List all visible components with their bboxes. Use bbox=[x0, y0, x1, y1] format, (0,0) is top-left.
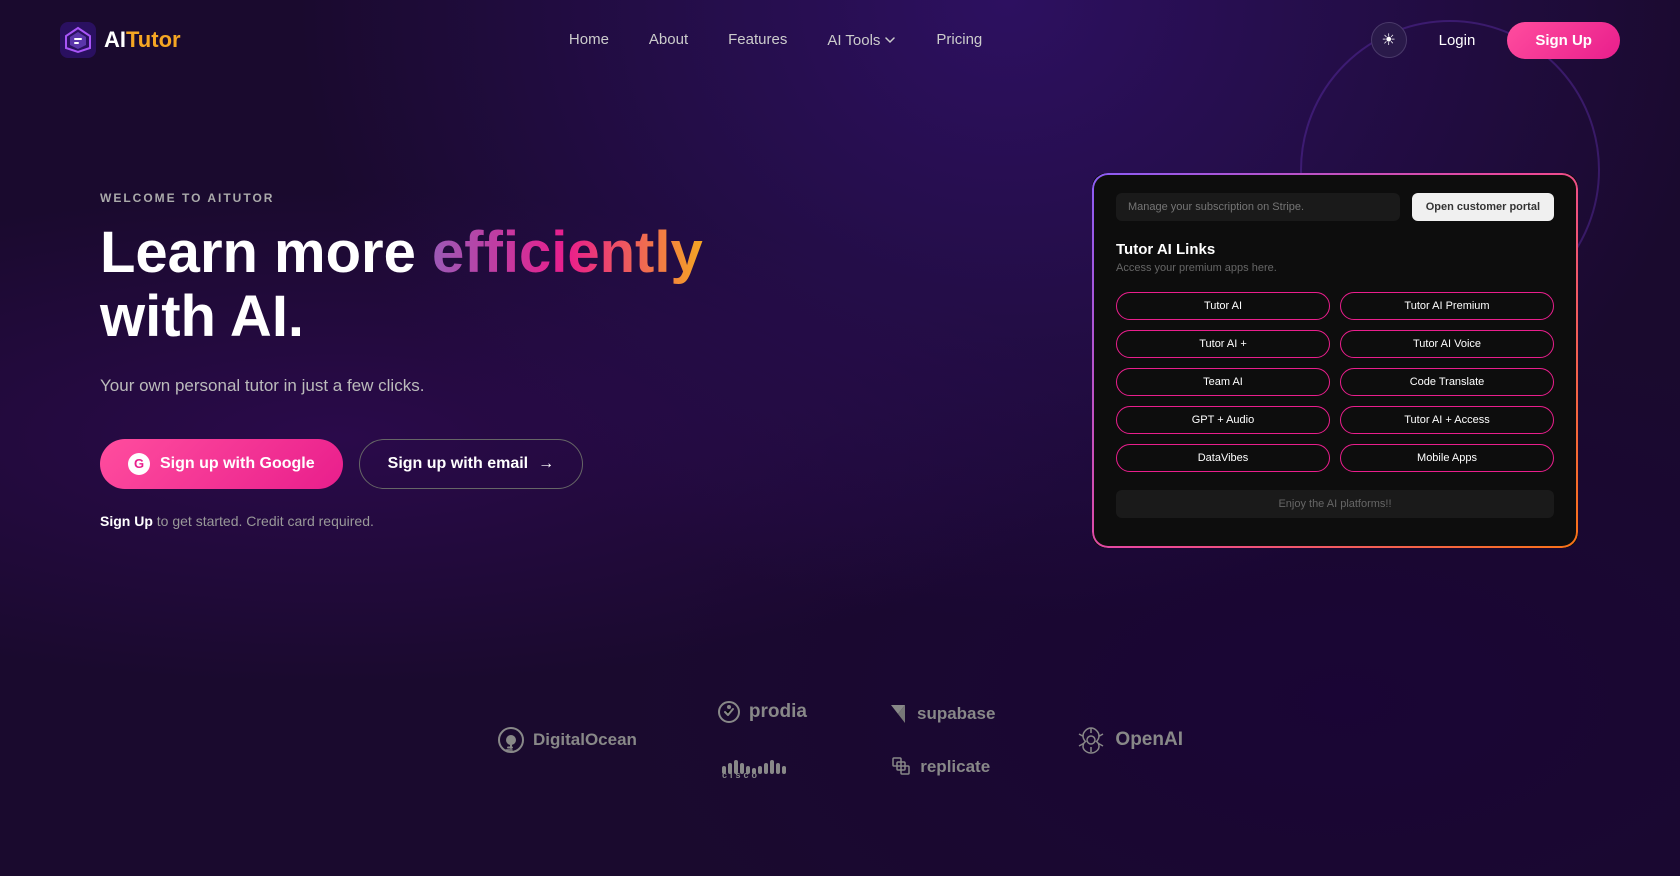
nav-features[interactable]: Features bbox=[728, 31, 787, 48]
cisco-icon: cisco bbox=[722, 756, 802, 780]
svg-text:cisco: cisco bbox=[722, 770, 760, 780]
preview-footer: Enjoy the AI platforms!! bbox=[1116, 490, 1554, 518]
prodia-label: prodia bbox=[749, 701, 807, 723]
login-button[interactable]: Login bbox=[1423, 24, 1492, 57]
signup-google-button[interactable]: G Sign up with Google bbox=[100, 439, 343, 489]
prodia-icon bbox=[717, 700, 741, 724]
replicate-label: replicate bbox=[920, 757, 990, 777]
hero-note: Sign Up to get started. Credit card requ… bbox=[100, 513, 800, 529]
digitalocean-label: DigitalOcean bbox=[533, 730, 637, 750]
preview-link-team-ai[interactable]: Team AI bbox=[1116, 368, 1330, 396]
hero-note-text: to get started. Credit card required. bbox=[157, 513, 374, 529]
signup-email-button[interactable]: Sign up with email → bbox=[359, 439, 583, 489]
hero-section: WELCOME TO AITUTOR Learn more efficientl… bbox=[0, 80, 1680, 660]
hero-title: Learn more efficiently with AI. bbox=[100, 221, 800, 349]
preview-link-code-translate[interactable]: Code Translate bbox=[1340, 368, 1554, 396]
preview-links-grid: Tutor AI Tutor AI Premium Tutor AI + Tut… bbox=[1116, 292, 1554, 472]
chevron-down-icon bbox=[884, 34, 896, 46]
preview-link-datavibes[interactable]: DataVibes bbox=[1116, 444, 1330, 472]
nav-about[interactable]: About bbox=[649, 31, 688, 48]
theme-toggle-button[interactable]: ☀ bbox=[1371, 22, 1407, 58]
brand-col-supabase-replicate: supabase replicate bbox=[887, 703, 995, 777]
brand-prodia: prodia bbox=[717, 700, 807, 724]
signup-button[interactable]: Sign Up bbox=[1507, 22, 1620, 59]
brand-cisco: cisco bbox=[722, 756, 802, 780]
brand-digitalocean: DigitalOcean bbox=[497, 726, 637, 754]
hero-preview: Open customer portal Tutor AI Links Acce… bbox=[800, 171, 1580, 550]
hero-content: WELCOME TO AITUTOR Learn more efficientl… bbox=[100, 191, 800, 528]
brand-supabase: supabase bbox=[887, 703, 995, 725]
preview-link-tutor-ai-voice[interactable]: Tutor AI Voice bbox=[1340, 330, 1554, 358]
preview-stripe-input[interactable] bbox=[1116, 193, 1400, 221]
google-icon: G bbox=[128, 453, 150, 475]
nav-links: Home About Features AI Tools Pricing bbox=[569, 31, 982, 49]
logo[interactable]: AITutor bbox=[60, 22, 181, 58]
navbar: AITutor Home About Features AI Tools Pri… bbox=[0, 0, 1680, 80]
nav-home[interactable]: Home bbox=[569, 31, 609, 48]
preview-link-tutor-ai[interactable]: Tutor AI bbox=[1116, 292, 1330, 320]
hero-title-gradient: efficiently bbox=[432, 220, 703, 285]
brand-openai: OpenAI bbox=[1075, 724, 1183, 756]
hero-buttons: G Sign up with Google Sign up with email… bbox=[100, 439, 800, 489]
preview-section-title: Tutor AI Links bbox=[1116, 241, 1554, 258]
supabase-icon bbox=[887, 703, 909, 725]
openai-label: OpenAI bbox=[1115, 729, 1183, 751]
hero-note-highlight: Sign Up bbox=[100, 513, 153, 529]
supabase-label: supabase bbox=[917, 704, 995, 724]
brand-replicate: replicate bbox=[892, 757, 990, 777]
app-preview-card: Open customer portal Tutor AI Links Acce… bbox=[1090, 171, 1580, 550]
preview-link-tutor-ai-premium[interactable]: Tutor AI Premium bbox=[1340, 292, 1554, 320]
brands-section: DigitalOcean prodia bbox=[0, 660, 1680, 840]
arrow-icon: → bbox=[538, 455, 554, 473]
preview-portal-button[interactable]: Open customer portal bbox=[1412, 193, 1554, 221]
replicate-icon bbox=[892, 757, 912, 777]
openai-icon bbox=[1075, 724, 1107, 756]
nav-aitools[interactable]: AI Tools bbox=[827, 32, 880, 49]
digitalocean-icon bbox=[497, 726, 525, 754]
nav-actions: ☀ Login Sign Up bbox=[1371, 22, 1620, 59]
preview-top-bar: Open customer portal bbox=[1116, 193, 1554, 221]
logo-icon bbox=[60, 22, 96, 58]
hero-subtitle: Your own personal tutor in just a few cl… bbox=[100, 373, 800, 399]
preview-section-sub: Access your premium apps here. bbox=[1116, 262, 1554, 274]
hero-tagline: WELCOME TO AITUTOR bbox=[100, 191, 800, 205]
preview-link-tutor-ai-plus[interactable]: Tutor AI + bbox=[1116, 330, 1330, 358]
preview-link-gpt-audio[interactable]: GPT + Audio bbox=[1116, 406, 1330, 434]
nav-pricing[interactable]: Pricing bbox=[936, 31, 982, 48]
brand-col-prodia-cisco: prodia cisco bbox=[717, 700, 807, 780]
preview-link-mobile-apps[interactable]: Mobile Apps bbox=[1340, 444, 1554, 472]
preview-link-tutor-ai-access[interactable]: Tutor AI + Access bbox=[1340, 406, 1554, 434]
logo-text: AITutor bbox=[104, 27, 181, 53]
